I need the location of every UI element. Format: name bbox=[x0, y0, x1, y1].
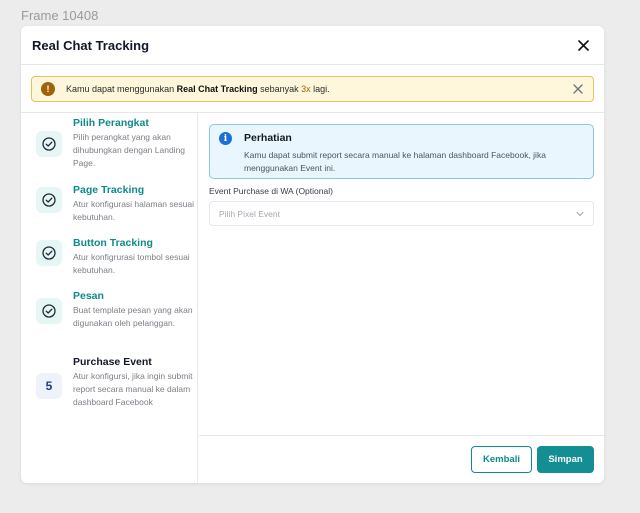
alert-message: Kamu dapat menggunakan Real Chat Trackin… bbox=[66, 84, 330, 94]
frame-label: Frame 10408 bbox=[21, 8, 99, 23]
check-circle-icon bbox=[36, 240, 62, 266]
step-number-badge: 5 bbox=[36, 373, 62, 399]
close-icon bbox=[577, 39, 589, 51]
step-title: Pilih Perangkat bbox=[73, 117, 149, 129]
modal-title: Real Chat Tracking bbox=[32, 37, 150, 53]
step-title: Button Tracking bbox=[73, 237, 153, 249]
step-pesan[interactable]: Pesan Buat template pesan yang akan digu… bbox=[36, 290, 196, 330]
save-button[interactable]: Simpan bbox=[537, 446, 594, 473]
stepper-sidebar: Pilih Perangkat Pilih perangkat yang aka… bbox=[31, 113, 198, 483]
info-title: Perhatian bbox=[244, 132, 292, 144]
alert-close-button[interactable] bbox=[572, 83, 584, 95]
real-chat-tracking-modal: Real Chat Tracking ! Kamu dapat mengguna… bbox=[21, 26, 604, 483]
select-placeholder: Pilih Pixel Event bbox=[219, 208, 280, 219]
step-pilih-perangkat[interactable]: Pilih Perangkat Pilih perangkat yang aka… bbox=[36, 117, 196, 170]
modal-header: Real Chat Tracking bbox=[21, 26, 604, 65]
check-circle-icon bbox=[36, 187, 62, 213]
step-purchase-event[interactable]: 5 Purchase Event Atur konfigursi, jika i… bbox=[36, 356, 196, 409]
step-content: i Perhatian Kamu dapat submit report sec… bbox=[199, 113, 604, 483]
step-page-tracking[interactable]: Page Tracking Atur konfigurasi halaman s… bbox=[36, 184, 196, 224]
step-title: Pesan bbox=[73, 290, 104, 302]
info-icon: i bbox=[219, 132, 232, 145]
step-description: Atur konfigrurasi tombol sesuai kebutuha… bbox=[73, 252, 190, 275]
chevron-down-icon bbox=[576, 211, 584, 216]
warning-icon: ! bbox=[41, 82, 55, 96]
step-description: Atur konfigurasi halaman sesuai kebutuha… bbox=[73, 199, 194, 222]
step-button-tracking[interactable]: Button Tracking Atur konfigrurasi tombol… bbox=[36, 237, 196, 277]
step-title: Purchase Event bbox=[73, 356, 152, 368]
info-text: Kamu dapat submit report secara manual k… bbox=[244, 150, 546, 173]
modal-close-button[interactable] bbox=[574, 36, 592, 54]
check-circle-icon bbox=[36, 298, 62, 324]
modal-footer: Kembali Simpan bbox=[199, 435, 604, 483]
usage-alert: ! Kamu dapat menggunakan Real Chat Track… bbox=[31, 76, 594, 102]
pixel-event-select[interactable]: Pilih Pixel Event bbox=[209, 201, 594, 226]
step-description: Atur konfigursi, jika ingin submit repor… bbox=[73, 371, 193, 407]
close-icon bbox=[573, 84, 583, 94]
step-description: Buat template pesan yang akan digunakan … bbox=[73, 305, 193, 328]
step-title: Page Tracking bbox=[73, 184, 145, 196]
check-circle-icon bbox=[36, 131, 62, 157]
alert-product-name: Real Chat Tracking bbox=[176, 84, 258, 94]
alert-count: 3x bbox=[301, 84, 311, 94]
step-description: Pilih perangkat yang akan dihubungkan de… bbox=[73, 132, 186, 168]
event-purchase-label: Event Purchase di WA (Optional) bbox=[209, 186, 333, 196]
back-button[interactable]: Kembali bbox=[471, 446, 532, 473]
modal-body: Pilih Perangkat Pilih perangkat yang aka… bbox=[21, 112, 604, 483]
info-callout: i Perhatian Kamu dapat submit report sec… bbox=[209, 124, 594, 179]
